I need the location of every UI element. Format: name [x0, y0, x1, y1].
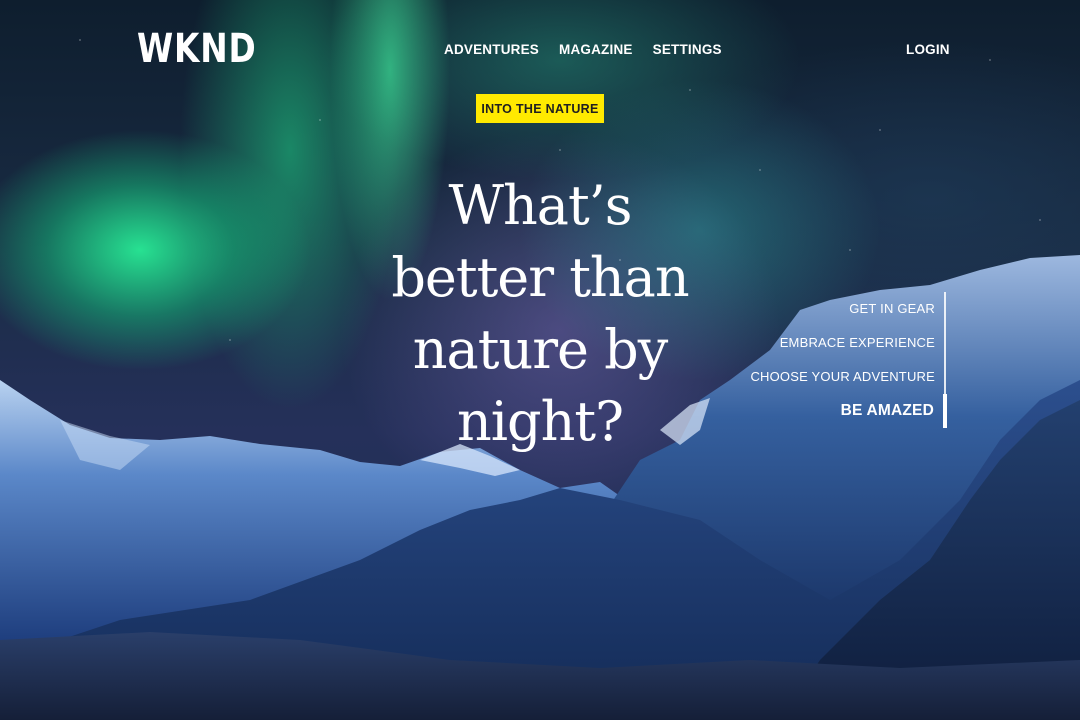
- carousel-item-get-in-gear[interactable]: GET IN GEAR: [706, 292, 946, 326]
- nav-item-adventures[interactable]: ADVENTURES: [444, 42, 539, 58]
- carousel-nav: GET IN GEAR EMBRACE EXPERIENCE CHOOSE YO…: [706, 292, 947, 428]
- wknd-logo[interactable]: WKND: [137, 26, 257, 72]
- login-link[interactable]: LOGIN: [906, 42, 950, 58]
- carousel-item-embrace-experience[interactable]: EMBRACE EXPERIENCE: [706, 326, 946, 360]
- carousel-item-choose-your-adventure[interactable]: CHOOSE YOUR ADVENTURE: [706, 360, 946, 394]
- category-badge: INTO THE NATURE: [476, 94, 604, 123]
- nav-item-magazine[interactable]: MAGAZINE: [559, 42, 633, 58]
- main-nav: ADVENTURES MAGAZINE SETTINGS: [444, 42, 722, 58]
- hero-headline: What’s better than nature by night?: [391, 174, 689, 453]
- hero-banner: WKND ADVENTURES MAGAZINE SETTINGS LOGIN …: [0, 0, 1080, 720]
- carousel-item-be-amazed[interactable]: BE AMAZED: [706, 394, 947, 428]
- nav-item-settings[interactable]: SETTINGS: [653, 42, 722, 58]
